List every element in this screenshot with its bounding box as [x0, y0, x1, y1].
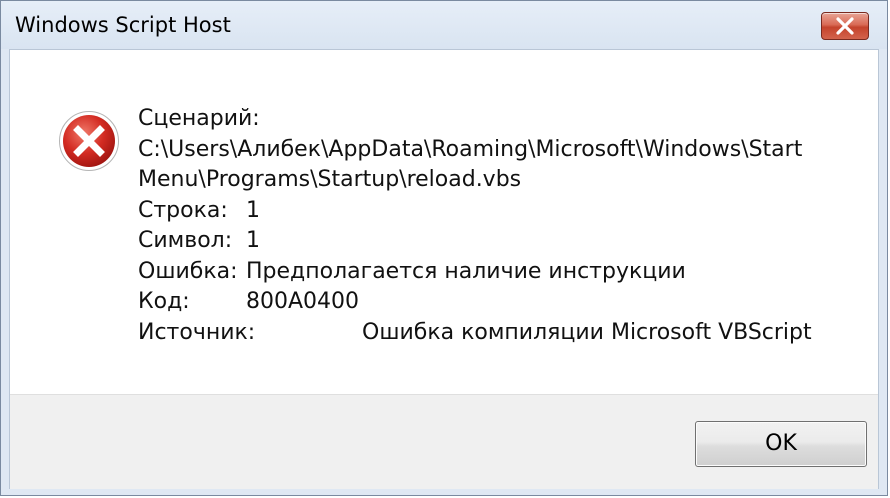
- code-label: Код:: [138, 289, 190, 314]
- error-icon: [59, 111, 119, 171]
- char-value: 1: [246, 228, 260, 253]
- script-label: Сценарий:: [138, 106, 260, 131]
- button-bar: OK: [10, 394, 878, 489]
- window-title: Windows Script Host: [15, 13, 231, 37]
- code-row: Код: 800A0400: [138, 287, 858, 318]
- error-row: Ошибка: Предполагается наличие инструкции: [138, 257, 858, 288]
- dialog-client-area: Сценарий: C:\Users\Алибек\AppData\Roamin…: [9, 49, 879, 489]
- script-path-line-2: Menu\Programs\Startup\reload.vbs: [138, 167, 522, 192]
- script-row: Сценарий:: [138, 104, 858, 135]
- message-area: Сценарий: C:\Users\Алибек\AppData\Roamin…: [10, 50, 878, 394]
- char-row: Символ: 1: [138, 226, 858, 257]
- ok-button[interactable]: OK: [695, 421, 867, 467]
- line-label: Строка:: [138, 197, 228, 223]
- close-button[interactable]: [821, 12, 869, 40]
- error-message: Сценарий: C:\Users\Алибек\AppData\Roamin…: [138, 104, 858, 348]
- script-path-line-1: C:\Users\Алибек\AppData\Roaming\Microsof…: [138, 136, 803, 162]
- source-row: Источник: Ошибка компиляции Microsoft VBS…: [138, 318, 858, 349]
- title-bar[interactable]: Windows Script Host: [1, 1, 887, 49]
- line-value: 1: [246, 197, 260, 223]
- error-label: Ошибка:: [138, 258, 238, 284]
- source-label: Источник:: [138, 319, 256, 345]
- line-row: Строка: 1: [138, 196, 858, 227]
- source-value: Ошибка компиляции Microsoft VBScript: [362, 319, 812, 345]
- code-value: 800A0400: [246, 289, 360, 314]
- dialog-window: Windows Script Host Сценарий: C:\Users\А…: [0, 0, 888, 496]
- close-icon: [836, 17, 854, 35]
- char-label: Символ:: [138, 228, 233, 253]
- error-value: Предполагается наличие инструкции: [246, 258, 686, 284]
